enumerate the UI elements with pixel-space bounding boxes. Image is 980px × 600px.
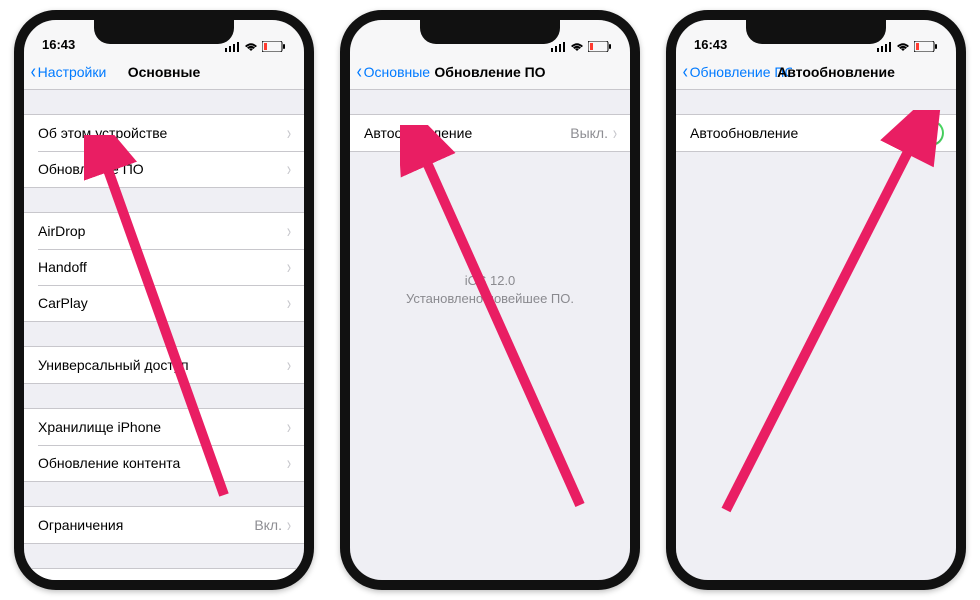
notch [420,20,560,44]
signal-icon [225,42,240,52]
row-carplay[interactable]: CarPlay› [24,285,304,321]
back-label: Обновление ПО [690,64,792,80]
chevron-right-icon: › [287,355,291,375]
phone-frame: 16:43 ‹ Обновление ПО Автообновление Авт… [666,10,966,590]
wifi-icon [896,42,910,52]
wifi-icon [570,42,584,52]
row-airdrop[interactable]: AirDrop› [24,213,304,249]
back-label: Настройки [38,64,107,80]
back-button[interactable]: ‹ Обновление ПО [682,62,792,82]
row-restrictions[interactable]: ОграниченияВкл.› [24,507,304,543]
status-time: 16:43 [694,37,727,52]
notch [94,20,234,44]
chevron-left-icon: ‹ [31,62,36,82]
nav-bar: ‹ Основные Обновление ПО [350,54,630,90]
notch [746,20,886,44]
auto-update-view: Автообновление [676,90,956,580]
phone-2: ‹ Основные Обновление ПО Автообновление … [340,10,640,590]
back-button[interactable]: ‹ Основные [356,62,430,82]
row-auto-update[interactable]: Автообновление Выкл. › [350,115,630,151]
row-accessibility[interactable]: Универсальный доступ› [24,347,304,383]
signal-icon [551,42,566,52]
chevron-right-icon: › [287,577,291,580]
chevron-right-icon: › [287,159,291,179]
phone-1: 16:43 ‹ Настройки Основные Об этом устро… [14,10,314,590]
row-date-time[interactable]: Дата и время› [24,569,304,580]
battery-low-icon [262,41,286,52]
row-storage[interactable]: Хранилище iPhone› [24,409,304,445]
phone-frame: 16:43 ‹ Настройки Основные Об этом устро… [14,10,314,590]
signal-icon [877,42,892,52]
row-about[interactable]: Об этом устройстве› [24,115,304,151]
row-handoff[interactable]: Handoff› [24,249,304,285]
chevron-left-icon: ‹ [357,62,362,82]
back-label: Основные [364,64,430,80]
nav-bar: ‹ Настройки Основные [24,54,304,90]
chevron-right-icon: › [287,293,291,313]
chevron-right-icon: › [287,221,291,241]
row-auto-update-toggle: Автообновление [676,115,956,151]
row-content-update[interactable]: Обновление контента› [24,445,304,481]
back-button[interactable]: ‹ Настройки [30,62,106,82]
chevron-right-icon: › [287,453,291,473]
phone-3: 16:43 ‹ Обновление ПО Автообновление Авт… [666,10,966,590]
chevron-left-icon: ‹ [683,62,688,82]
chevron-right-icon: › [287,515,291,535]
status-time [368,37,372,52]
chevron-right-icon: › [287,123,291,143]
chevron-right-icon: › [613,123,617,143]
phone-frame: ‹ Основные Обновление ПО Автообновление … [340,10,640,590]
chevron-right-icon: › [287,257,291,277]
row-software-update[interactable]: Обновление ПО› [24,151,304,187]
settings-list[interactable]: Об этом устройстве› Обновление ПО› AirDr… [24,90,304,580]
battery-low-icon [588,41,612,52]
auto-update-toggle[interactable] [900,120,944,146]
chevron-right-icon: › [287,417,291,437]
software-update-view: Автообновление Выкл. › iOS 12.0 Установл… [350,90,630,580]
status-time: 16:43 [42,37,75,52]
battery-low-icon [914,41,938,52]
annotation-arrow-icon [706,110,946,530]
nav-bar: ‹ Обновление ПО Автообновление [676,54,956,90]
wifi-icon [244,42,258,52]
status-message: iOS 12.0 Установлено новейшее ПО. [350,152,630,308]
